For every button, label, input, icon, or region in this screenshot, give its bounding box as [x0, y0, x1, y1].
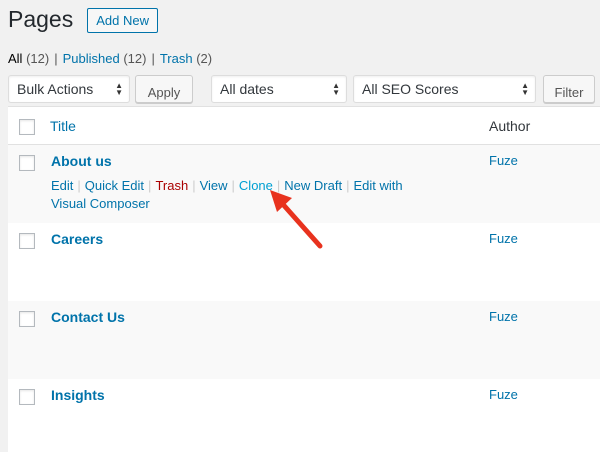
row-checkbox[interactable]: [19, 389, 35, 405]
add-new-button[interactable]: Add New: [87, 8, 158, 33]
pages-table: Title Author About us Fuze Edit | Quick Ed…: [8, 106, 600, 452]
trash-link[interactable]: Trash: [155, 178, 188, 193]
column-title[interactable]: Title: [50, 118, 76, 134]
bulk-actions-select[interactable]: Bulk Actions ▲ ▼: [8, 75, 130, 103]
table-header: Title Author: [8, 107, 600, 145]
row-checkbox[interactable]: [19, 311, 35, 327]
red-arrow-icon: [270, 190, 323, 249]
table-row: Contact Us Fuze: [8, 301, 600, 379]
row-author-link[interactable]: Fuze: [489, 387, 518, 402]
view-published-link[interactable]: Published (12): [63, 51, 147, 66]
view-filters: All (12) | Published (12) | Trash (2): [8, 51, 213, 66]
view-all-link[interactable]: All (12): [8, 51, 49, 66]
quick-edit-link[interactable]: Quick Edit: [85, 178, 144, 193]
row-actions: Edit | Quick Edit | Trash | View | Clone | New Dra…: [51, 178, 403, 211]
dates-select[interactable]: All dates ▲ ▼: [211, 75, 347, 103]
updown-chevron-icon: ▲ ▼: [521, 81, 529, 97]
row-author-link[interactable]: Fuze: [489, 231, 518, 246]
row-title-link[interactable]: Insights: [51, 387, 105, 403]
row-author-link[interactable]: Fuze: [489, 309, 518, 324]
column-author: Author: [489, 118, 531, 134]
row-author-link[interactable]: Fuze: [489, 153, 518, 168]
view-link[interactable]: View: [200, 178, 228, 193]
page-title: Pages: [8, 6, 74, 32]
row-checkbox[interactable]: [19, 233, 35, 249]
filter-button[interactable]: Filter: [543, 75, 595, 103]
apply-button[interactable]: Apply: [135, 75, 193, 103]
row-title-link[interactable]: About us: [51, 153, 112, 169]
updown-chevron-icon: ▲ ▼: [332, 81, 340, 97]
updown-chevron-icon: ▲ ▼: [115, 81, 123, 97]
seo-scores-select[interactable]: All SEO Scores ▲ ▼: [353, 75, 536, 103]
tablenav-top: Bulk Actions ▲ ▼ Apply All dates ▲ ▼ All S…: [8, 75, 600, 103]
row-title-link[interactable]: Careers: [51, 231, 103, 247]
page-header: Pages Add New: [8, 6, 158, 33]
row-title-link[interactable]: Contact Us: [51, 309, 125, 325]
select-all-checkbox[interactable]: [19, 119, 35, 135]
table-row: Insights Fuze: [8, 379, 600, 452]
row-checkbox[interactable]: [19, 155, 35, 171]
view-trash-link[interactable]: Trash (2): [160, 51, 212, 66]
edit-link[interactable]: Edit: [51, 178, 73, 193]
